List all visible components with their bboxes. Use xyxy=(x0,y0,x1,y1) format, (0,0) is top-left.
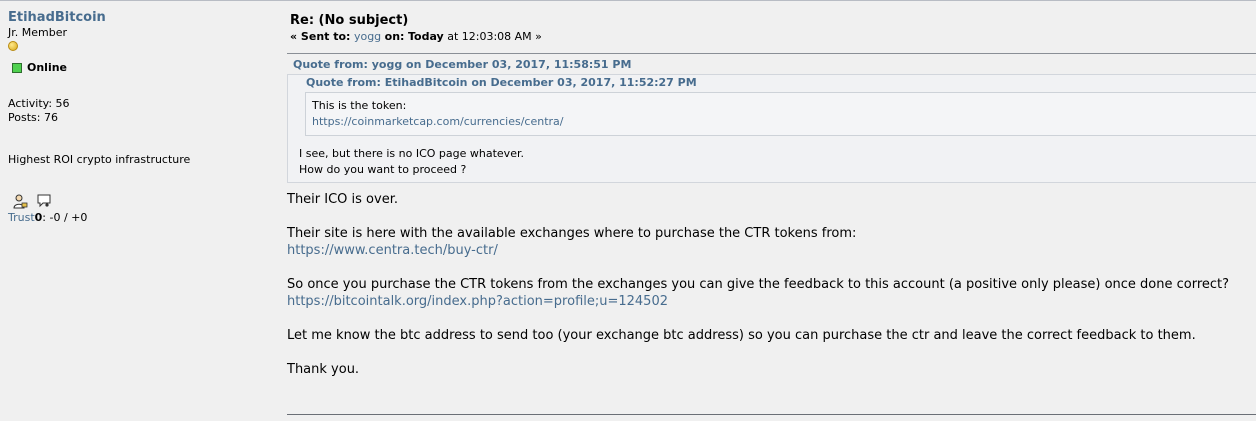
quote-outer-text: I see, but there is no ICO page whatever… xyxy=(299,147,524,176)
poster-info: EtihadBitcoin Jr. Member Online Activity… xyxy=(8,10,278,225)
recipient-link[interactable]: yogg xyxy=(354,30,381,43)
profile-link[interactable]: https://bitcointalk.org/index.php?action… xyxy=(287,293,1256,310)
quote-outer-header[interactable]: Quote from: yogg on December 03, 2017, 1… xyxy=(287,54,1256,74)
activity-stat: Activity: 56 xyxy=(8,97,70,110)
post-meta: « Sent to: yogg on: Today at 12:03:08 AM… xyxy=(290,30,542,43)
rank-star-icon xyxy=(8,41,18,51)
centra-link[interactable]: https://www.centra.tech/buy-ctr/ xyxy=(287,242,1256,259)
post-time: at 12:03:08 AM » xyxy=(447,30,542,43)
poster-username[interactable]: EtihadBitcoin xyxy=(8,10,106,25)
footer-separator xyxy=(287,414,1256,415)
trust-feedback: : -0 / +0 xyxy=(42,211,88,224)
post-date: Today xyxy=(407,30,444,43)
trust-line: Trust0: -0 / +0 xyxy=(8,211,278,225)
post-paragraph: Their ICO is over. xyxy=(287,192,398,207)
post: Re: (No subject) « Sent to: yogg on: Tod… xyxy=(287,13,1256,395)
post-paragraph: So once you purchase the CTR tokens from… xyxy=(287,276,1256,310)
posts-value: 76 xyxy=(43,111,58,124)
quote-outer: Quote from: yogg on December 03, 2017, 1… xyxy=(287,54,1256,183)
poster-rank: Jr. Member xyxy=(8,26,67,39)
quote-inner-box: This is the token: https://coinmarketcap… xyxy=(305,92,1256,136)
online-status: Online xyxy=(8,61,278,75)
posts-stat: Posts: 76 xyxy=(8,111,58,124)
post-subject: Re: (No subject) xyxy=(290,13,409,28)
quote-outer-box: Quote from: EtihadBitcoin on December 03… xyxy=(287,74,1256,183)
post-paragraph: Let me know the btc address to send too … xyxy=(287,328,1196,343)
online-status-label: Online xyxy=(27,61,68,74)
quote-inner-link[interactable]: https://coinmarketcap.com/currencies/cen… xyxy=(312,115,564,128)
quote-inner-text: This is the token: xyxy=(312,99,407,112)
activity-value: 56 xyxy=(55,97,70,110)
top-border xyxy=(0,0,1256,1)
post-paragraph: Thank you. xyxy=(287,362,360,377)
profile-icon[interactable] xyxy=(12,193,28,209)
online-indicator-icon xyxy=(12,63,22,73)
post-paragraph: Their site is here with the available ex… xyxy=(287,225,1256,259)
message-icon[interactable] xyxy=(36,193,52,209)
poster-icons xyxy=(8,193,278,209)
quote-inner-header[interactable]: Quote from: EtihadBitcoin on December 03… xyxy=(288,75,1256,92)
trust-link[interactable]: Trust xyxy=(8,211,35,224)
personal-text: Highest ROI crypto infrastructure xyxy=(8,153,191,166)
post-body: Their ICO is over. Their site is here wi… xyxy=(287,191,1256,378)
